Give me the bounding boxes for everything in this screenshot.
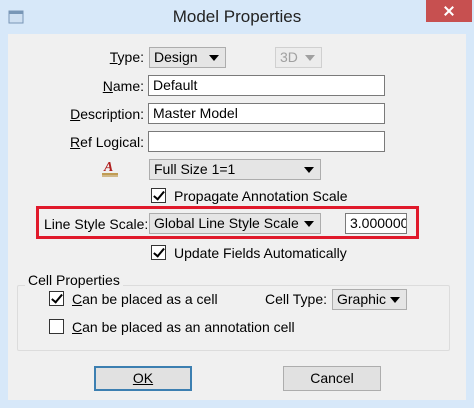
name-field[interactable]: Default <box>148 75 385 96</box>
description-field[interactable]: Master Model <box>148 103 385 124</box>
can-be-cell-checkbox[interactable] <box>49 291 64 306</box>
update-fields-checkbox[interactable] <box>151 245 166 260</box>
propagate-annotation-scale-checkbox[interactable] <box>151 188 166 203</box>
chevron-down-icon <box>390 297 400 303</box>
ref-logical-label: Ref Logical: <box>70 134 144 150</box>
description-label: Description: <box>70 106 144 122</box>
cell-type-dropdown[interactable]: Graphic <box>332 289 407 310</box>
close-button[interactable] <box>426 0 472 22</box>
dimension-dropdown: 3D <box>275 47 322 68</box>
update-fields-label: Update Fields Automatically <box>174 245 347 261</box>
chevron-down-icon <box>304 221 314 227</box>
dimension-dropdown-value: 3D <box>280 49 298 65</box>
ref-logical-field[interactable] <box>148 131 385 152</box>
type-dropdown-value: Design <box>154 49 198 65</box>
line-style-scale-dropdown[interactable]: Global Line Style Scale <box>149 213 321 234</box>
ok-button-label: OK <box>132 370 154 386</box>
name-label: Name: <box>102 78 144 94</box>
cancel-button-label: Cancel <box>310 370 354 386</box>
line-style-scale-label: Line Style Scale: <box>44 216 149 232</box>
chevron-down-icon <box>305 55 315 61</box>
window-title: Model Properties <box>172 7 302 26</box>
chevron-down-icon <box>304 167 314 173</box>
cell-type-value: Graphic <box>337 291 387 307</box>
line-style-scale-value: Global Line Style Scale <box>154 215 299 231</box>
title-bar: Model Properties <box>0 0 474 34</box>
cancel-button[interactable]: Cancel <box>283 366 381 391</box>
annotation-cell-checkbox[interactable] <box>49 319 64 334</box>
ok-button[interactable]: OK <box>94 366 192 391</box>
annotation-scale-icon: A <box>102 160 118 177</box>
can-be-cell-label: Can be placed as a cell <box>72 291 218 307</box>
annotation-scale-value: Full Size 1=1 <box>154 161 236 177</box>
chevron-down-icon <box>209 55 219 61</box>
cell-properties-title: Cell Properties <box>25 272 123 288</box>
type-label: Type: <box>109 49 144 65</box>
annotation-cell-label: Can be placed as an annotation cell <box>72 319 295 335</box>
propagate-annotation-scale-label: Propagate Annotation Scale <box>174 188 348 204</box>
type-dropdown[interactable]: Design <box>149 47 226 68</box>
cell-type-label: Cell Type: <box>265 291 327 307</box>
annotation-scale-dropdown[interactable]: Full Size 1=1 <box>149 159 321 180</box>
svg-text:A: A <box>103 160 113 175</box>
line-style-scale-factor-field[interactable]: 3.000000 <box>345 213 407 234</box>
